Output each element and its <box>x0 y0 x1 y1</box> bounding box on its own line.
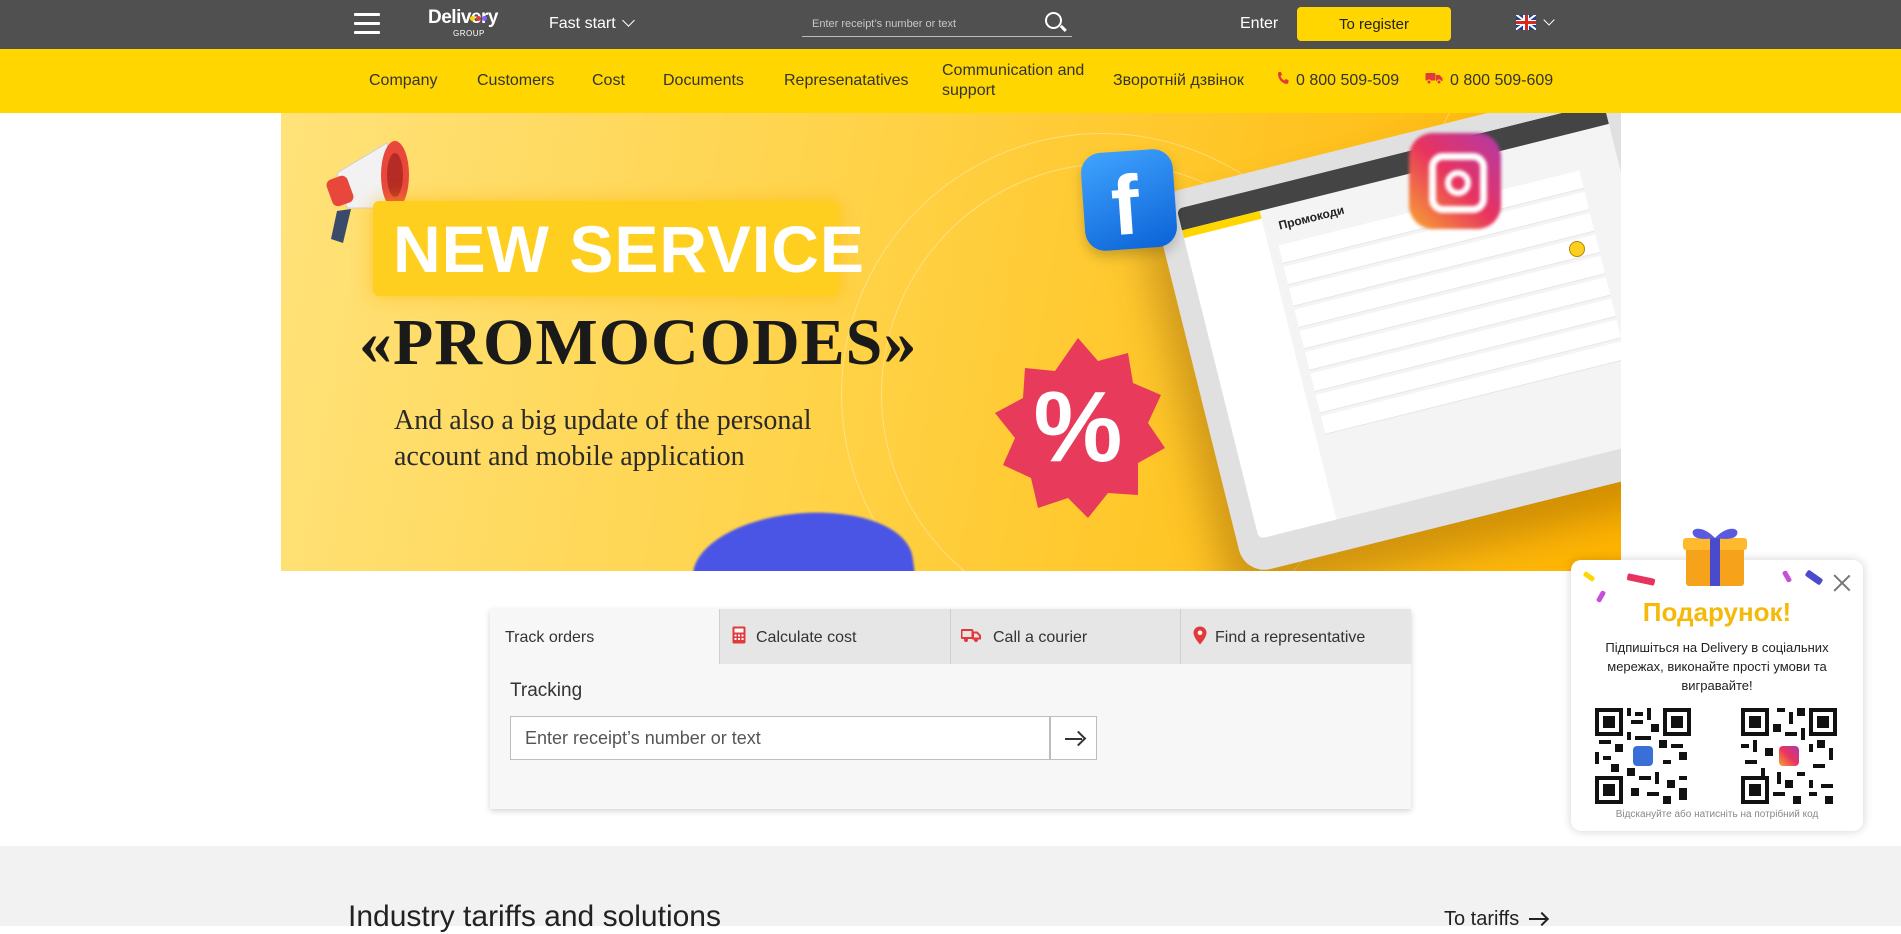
calculator-icon <box>732 626 746 649</box>
tariffs-section <box>0 846 1901 926</box>
promo-banner[interactable]: NEW SERVICE «PROMOCODES» And also a big … <box>281 113 1621 571</box>
tab-label: Find a representative <box>1215 629 1366 646</box>
search-icon[interactable] <box>1045 12 1062 29</box>
tab-find-representative[interactable]: Find a representative <box>1180 609 1411 664</box>
percent-badge-icon: % <box>983 333 1173 523</box>
tablet-screen-title: Промокоди <box>1277 202 1346 233</box>
truck-icon <box>1425 71 1443 90</box>
main-nav: Company Customers Cost Documents Represe… <box>0 49 1901 113</box>
confetti <box>1626 573 1656 586</box>
phone-link-1[interactable]: 0 800 509-509 <box>1277 71 1399 90</box>
map-pin-icon <box>1193 626 1207 650</box>
arrow-right-icon <box>1529 911 1550 927</box>
logo[interactable]: Delivery GROUP <box>428 7 508 39</box>
gift-box-icon <box>1680 520 1750 588</box>
nav-item-documents[interactable]: Documents <box>663 71 744 91</box>
tracking-label: Tracking <box>510 680 583 701</box>
confetti <box>1804 569 1824 586</box>
percent-symbol: % <box>1034 371 1123 483</box>
facebook-icon: f <box>1079 147 1179 253</box>
to-tariffs-label: To tariffs <box>1444 908 1520 930</box>
instagram-qr-code[interactable] <box>1741 708 1837 804</box>
nav-item-representatives[interactable]: Represenatatives <box>784 71 909 91</box>
instagram-icon <box>1409 133 1501 229</box>
close-icon[interactable] <box>1833 574 1851 592</box>
instagram-icon <box>1779 746 1799 766</box>
gift-caption: Відскануйте або натисніть на потрібний к… <box>1615 809 1819 820</box>
gift-text: Підпишіться на Delivery в соціальних мер… <box>1605 640 1829 693</box>
register-button[interactable]: To register <box>1297 7 1451 41</box>
confetti <box>1781 570 1793 583</box>
tab-label: Track orders <box>505 629 595 646</box>
tracking-submit-button[interactable] <box>1050 716 1097 760</box>
service-widget: Track orders Calculate cost Call a couri… <box>490 609 1411 809</box>
gift-title: Подарунок! <box>1642 597 1792 627</box>
fast-start-label: Fast start <box>549 15 616 32</box>
logo-dots-icon <box>470 8 488 26</box>
facebook-icon <box>1633 746 1653 766</box>
tariffs-section-title: Industry tariffs and solutions <box>348 900 721 933</box>
confetti <box>1582 571 1596 582</box>
top-bar: Delivery GROUP Fast start Enter To regis… <box>0 0 1901 49</box>
header-search <box>802 8 1072 37</box>
tab-label: Calculate cost <box>756 629 857 646</box>
nav-item-communication[interactable]: Communication and support <box>942 61 1092 101</box>
tab-calculate-cost[interactable]: Calculate cost <box>719 609 950 664</box>
tracking-input[interactable] <box>510 716 1050 760</box>
menu-icon[interactable] <box>354 13 380 35</box>
banner-subtitle: And also a big update of the personal ac… <box>394 405 812 472</box>
nav-item-callback[interactable]: Зворотній дзвінок <box>1113 71 1244 91</box>
gift-popup[interactable]: Подарунок! Підпишіться на Delivery в соц… <box>1571 560 1863 831</box>
tab-track-orders[interactable]: Track orders <box>490 609 719 664</box>
nav-item-customers[interactable]: Customers <box>477 71 554 91</box>
chevron-down-icon <box>621 14 635 27</box>
nav-item-company[interactable]: Company <box>369 71 437 91</box>
enter-link[interactable]: Enter <box>1240 15 1278 33</box>
facebook-qr-code[interactable] <box>1595 708 1691 804</box>
phone-icon <box>1277 71 1289 90</box>
banner-headline: NEW SERVICE <box>393 212 865 286</box>
phone-number-1: 0 800 509-509 <box>1296 72 1400 89</box>
to-tariffs-link[interactable]: To tariffs <box>1444 908 1550 931</box>
tab-call-courier[interactable]: Call a courier <box>950 609 1180 664</box>
logo-subtext: GROUP <box>453 29 485 38</box>
uk-flag-icon <box>1516 15 1536 30</box>
tab-label: Call a courier <box>993 629 1088 646</box>
nav-item-cost[interactable]: Cost <box>592 71 625 91</box>
header-search-input[interactable] <box>810 14 1034 34</box>
fast-start-dropdown[interactable]: Fast start <box>549 14 635 33</box>
tablet-camera <box>1569 241 1585 257</box>
phone-number-2: 0 800 509-609 <box>1450 72 1554 89</box>
phone-link-2[interactable]: 0 800 509-609 <box>1425 71 1553 90</box>
chevron-down-icon <box>1543 14 1555 26</box>
language-selector[interactable] <box>1516 14 1558 33</box>
banner-promo-title: «PROMOCODES» <box>359 306 918 379</box>
tablet-screen: Промокоди <box>1176 113 1621 539</box>
service-tabs: Track orders Calculate cost Call a couri… <box>490 609 1411 664</box>
truck-icon <box>960 628 981 648</box>
